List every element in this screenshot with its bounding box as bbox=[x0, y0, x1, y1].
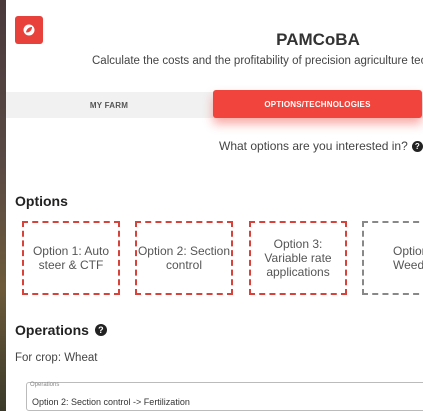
option-card-weeding-label: Option Weedi bbox=[393, 244, 423, 272]
main-panel: PAMCoBA Calculate the costs and the prof… bbox=[6, 0, 423, 411]
app-title: PAMCoBA bbox=[276, 30, 360, 49]
operations-heading-text: Operations bbox=[15, 322, 89, 338]
option-card-auto-steer[interactable]: Option 1: Auto steer & CTF bbox=[22, 221, 120, 295]
option-card-section-control[interactable]: Option 2: Section control bbox=[135, 221, 233, 295]
crop-text: For crop: Wheat bbox=[15, 352, 98, 364]
tab-options-technologies[interactable]: OPTIONS/TECHNOLOGIES bbox=[213, 90, 422, 118]
operations-field-value: Option 2: Section control -> Fertilizati… bbox=[32, 397, 190, 407]
options-question: What options are you interested in? ? bbox=[219, 139, 423, 153]
option-card-weeding[interactable]: Option Weedi bbox=[362, 221, 423, 295]
operations-field-label: Operations bbox=[30, 382, 60, 388]
option-card-variable-rate[interactable]: Option 3: Variable rate applications bbox=[249, 221, 347, 295]
tab-my-farm[interactable]: MY FARM bbox=[6, 92, 212, 118]
app-subtitle: Calculate the costs and the profitabilit… bbox=[92, 55, 423, 67]
options-heading: Options bbox=[15, 193, 68, 209]
options-heading-text: Options bbox=[15, 193, 68, 209]
question-circle-icon[interactable]: ? bbox=[411, 140, 423, 152]
options-question-text: What options are you interested in? bbox=[219, 139, 408, 153]
operations-heading: Operations ? bbox=[15, 322, 107, 338]
question-circle-icon[interactable]: ? bbox=[94, 324, 107, 336]
